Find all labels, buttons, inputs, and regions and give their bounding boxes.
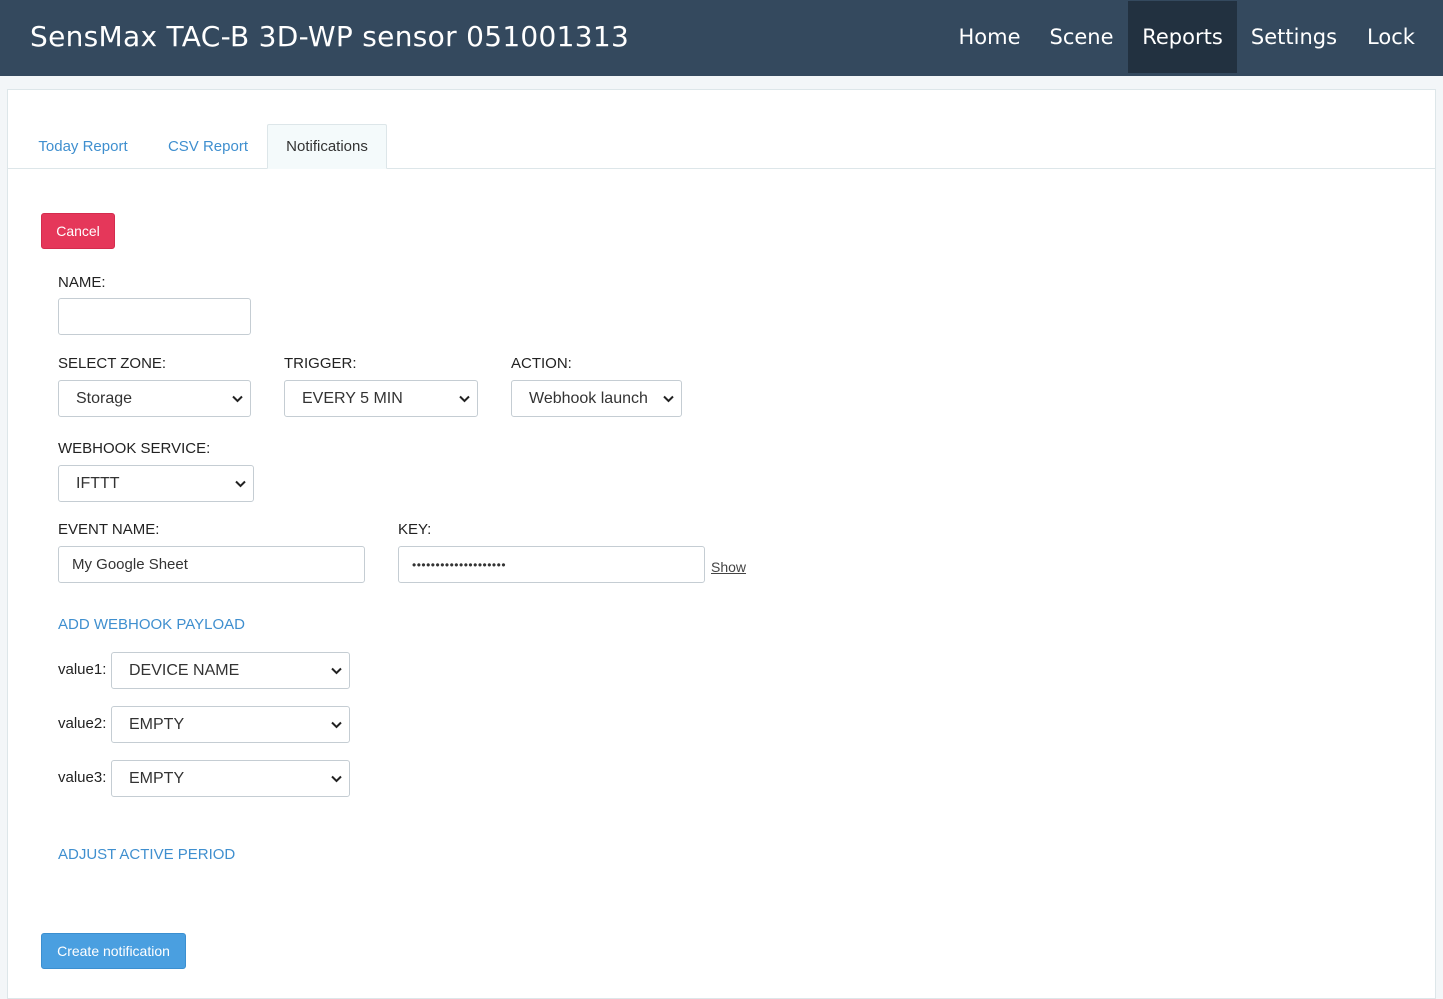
webhook-service-select[interactable]: IFTTT (58, 465, 254, 502)
tab-today-report[interactable]: Today Report (20, 124, 146, 169)
event-name-input[interactable]: My Google Sheet (58, 546, 365, 583)
key-value: •••••••••••••••••••• (412, 557, 507, 572)
tab-csv-report[interactable]: CSV Report (150, 124, 266, 169)
webhook-service-label: WEBHOOK SERVICE: (58, 440, 211, 457)
payload-label-3: value3: (58, 769, 107, 786)
name-input[interactable] (58, 298, 251, 335)
zone-select-value: Storage (76, 389, 133, 407)
create-notification-button[interactable]: Create notification (41, 933, 186, 969)
top-navbar: SensMax TAC-B 3D-WP sensor 051001313 Hom… (0, 0, 1443, 76)
chevron-down-icon (224, 395, 250, 403)
chevron-down-icon (227, 480, 253, 488)
payload-select-3-value: EMPTY (129, 769, 185, 787)
chevron-down-icon (323, 667, 349, 675)
zone-label: SELECT ZONE: (58, 355, 167, 372)
event-name-value: My Google Sheet (72, 556, 188, 573)
cancel-button[interactable]: Cancel (41, 213, 115, 249)
payload-label-1: value1: (58, 661, 107, 678)
webhook-service-value: IFTTT (76, 474, 120, 492)
event-name-label: EVENT NAME: (58, 521, 160, 538)
tab-notifications[interactable]: Notifications (267, 124, 387, 169)
payload-select-1[interactable]: DEVICE NAME (111, 652, 350, 689)
app-title: SensMax TAC-B 3D-WP sensor 051001313 (30, 20, 630, 53)
trigger-label: TRIGGER: (284, 355, 357, 372)
chevron-down-icon (451, 395, 477, 403)
payload-select-2-value: EMPTY (129, 715, 185, 733)
trigger-select-value: EVERY 5 MIN (302, 389, 403, 407)
show-key-link[interactable]: Show (711, 559, 746, 575)
nav-home[interactable]: Home (944, 0, 1035, 73)
chevron-down-icon (655, 395, 681, 403)
zone-select[interactable]: Storage (58, 380, 251, 417)
name-label: NAME: (58, 274, 106, 291)
action-select-value: Webhook launch (529, 389, 648, 407)
main-panel: Today Report CSV Report Notifications Ca… (7, 89, 1436, 999)
key-label: KEY: (398, 521, 432, 538)
payload-select-3[interactable]: EMPTY (111, 760, 350, 797)
payload-select-2[interactable]: EMPTY (111, 706, 350, 743)
chevron-down-icon (323, 775, 349, 783)
chevron-down-icon (323, 721, 349, 729)
action-select[interactable]: Webhook launch (511, 380, 682, 417)
nav-reports[interactable]: Reports (1128, 1, 1237, 73)
nav-scene[interactable]: Scene (1035, 0, 1128, 73)
action-label: ACTION: (511, 355, 572, 372)
nav-lock[interactable]: Lock (1351, 0, 1431, 73)
nav-settings[interactable]: Settings (1237, 0, 1351, 73)
trigger-select[interactable]: EVERY 5 MIN (284, 380, 478, 417)
payload-label-2: value2: (58, 715, 107, 732)
payload-select-1-value: DEVICE NAME (129, 661, 240, 679)
key-input[interactable]: •••••••••••••••••••• (398, 546, 705, 583)
adjust-active-period-link[interactable]: ADJUST ACTIVE PERIOD (58, 846, 235, 863)
add-webhook-payload-link[interactable]: ADD WEBHOOK PAYLOAD (58, 616, 245, 633)
